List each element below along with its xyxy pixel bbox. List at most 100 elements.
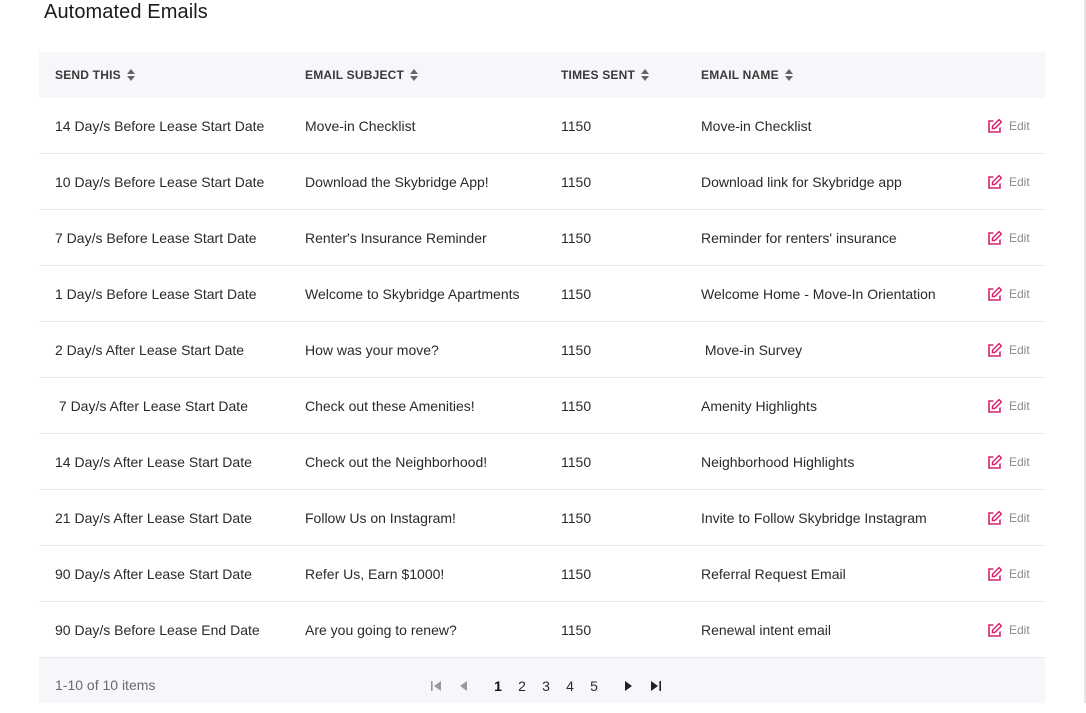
- edit-label: Edit: [1009, 230, 1030, 245]
- edit-button[interactable]: Edit: [987, 602, 1030, 657]
- pagination-info: 1-10 of 10 items: [55, 677, 156, 693]
- cell-email-name: Move-in Checklist: [701, 117, 812, 134]
- column-header-label: SEND THIS: [55, 68, 121, 82]
- edit-label: Edit: [1009, 510, 1030, 525]
- edit-button[interactable]: Edit: [987, 154, 1030, 209]
- cell-send-this: 14 Day/s Before Lease Start Date: [55, 117, 265, 134]
- cell-email-name: Reminder for renters' insurance: [701, 229, 897, 246]
- cell-email-subject: How was your move?: [305, 341, 439, 358]
- edit-label: Edit: [1009, 454, 1030, 469]
- column-header-label: TIMES SENT: [561, 68, 636, 82]
- column-header-times-sent[interactable]: TIMES SENT: [561, 52, 650, 98]
- edit-label: Edit: [1009, 342, 1030, 357]
- edit-icon: [987, 118, 1003, 134]
- cell-send-this: 10 Day/s Before Lease Start Date: [55, 173, 265, 190]
- cell-times-sent: 1150: [561, 285, 592, 302]
- edit-icon: [987, 286, 1003, 302]
- sort-icon[interactable]: [784, 69, 793, 81]
- cell-send-this: 14 Day/s After Lease Start Date: [55, 453, 252, 470]
- edit-icon: [987, 230, 1003, 246]
- automated-emails-table: SEND THIS EMAIL SUBJECT TIMES SENT EMAIL…: [39, 52, 1045, 658]
- table-row: 21 Day/s After Lease Start Date Follow Us…: [39, 490, 1045, 546]
- page-number-button[interactable]: 4: [558, 678, 582, 694]
- cell-times-sent: 1150: [561, 173, 592, 190]
- cell-times-sent: 1150: [561, 453, 592, 470]
- cell-times-sent: 1150: [561, 621, 592, 638]
- cell-email-name: Neighborhood Highlights: [701, 453, 855, 470]
- cell-email-subject: Move-in Checklist: [305, 117, 416, 134]
- column-header-email-name[interactable]: EMAIL NAME: [701, 52, 793, 98]
- edit-label: Edit: [1009, 566, 1030, 581]
- edit-label: Edit: [1009, 174, 1030, 189]
- table-footer: 1-10 of 10 items 12345: [39, 658, 1045, 703]
- column-header-label: EMAIL NAME: [701, 68, 779, 82]
- edit-icon: [987, 622, 1003, 638]
- cell-times-sent: 1150: [561, 229, 592, 246]
- column-header-send-this[interactable]: SEND THIS: [55, 52, 135, 98]
- cell-send-this: 7 Day/s After Lease Start Date: [55, 397, 248, 414]
- last-page-icon[interactable]: [642, 674, 670, 698]
- cell-times-sent: 1150: [561, 117, 592, 134]
- cell-send-this: 2 Day/s After Lease Start Date: [55, 341, 245, 358]
- next-page-icon[interactable]: [614, 674, 642, 698]
- cell-email-name: Renewal intent email: [701, 621, 831, 638]
- cell-send-this: 1 Day/s Before Lease Start Date: [55, 285, 257, 302]
- edit-label: Edit: [1009, 286, 1030, 301]
- pagination: 12345: [422, 658, 670, 713]
- previous-page-icon[interactable]: [450, 674, 478, 698]
- edit-button[interactable]: Edit: [987, 490, 1030, 545]
- page-title: Automated Emails: [44, 1, 208, 23]
- table-row: 2 Day/s After Lease Start Date How was yo…: [39, 322, 1045, 378]
- page-numbers: 12345: [486, 678, 606, 694]
- cell-email-subject: Follow Us on Instagram!: [305, 509, 456, 526]
- edit-button[interactable]: Edit: [987, 266, 1030, 321]
- cell-email-subject: Check out the Neighborhood!: [305, 453, 488, 470]
- edit-button[interactable]: Edit: [987, 322, 1030, 377]
- column-header-email-subject[interactable]: EMAIL SUBJECT: [305, 52, 419, 98]
- table-body: 14 Day/s Before Lease Start Date Move-in …: [39, 98, 1045, 658]
- edit-icon: [987, 342, 1003, 358]
- cell-send-this: 90 Day/s Before Lease End Date: [55, 621, 260, 638]
- table-row: 1 Day/s Before Lease Start Date Welcome t…: [39, 266, 1045, 322]
- edit-button[interactable]: Edit: [987, 546, 1030, 601]
- table-row: 10 Day/s Before Lease Start Date Download…: [39, 154, 1045, 210]
- cell-times-sent: 1150: [561, 509, 592, 526]
- cell-send-this: 90 Day/s After Lease Start Date: [55, 565, 252, 582]
- edit-icon: [987, 454, 1003, 470]
- table-row: 7 Day/s Before Lease Start Date Renter's …: [39, 210, 1045, 266]
- cell-times-sent: 1150: [561, 397, 592, 414]
- table-header: SEND THIS EMAIL SUBJECT TIMES SENT EMAIL…: [39, 52, 1045, 98]
- edit-button[interactable]: Edit: [987, 210, 1030, 265]
- cell-email-name: Download link for Skybridge app: [701, 173, 902, 190]
- sort-icon[interactable]: [410, 69, 419, 81]
- edit-button[interactable]: Edit: [987, 98, 1030, 153]
- cell-email-name: Move-in Survey: [701, 341, 803, 358]
- edit-label: Edit: [1009, 118, 1030, 133]
- page-number-button[interactable]: 2: [510, 678, 534, 694]
- edit-icon: [987, 174, 1003, 190]
- cell-send-this: 21 Day/s After Lease Start Date: [55, 509, 252, 526]
- cell-email-subject: Are you going to renew?: [305, 621, 457, 638]
- page-number-button[interactable]: 3: [534, 678, 558, 694]
- edit-button[interactable]: Edit: [987, 434, 1030, 489]
- cell-email-subject: Refer Us, Earn $1000!: [305, 565, 445, 582]
- cell-email-subject: Download the Skybridge App!: [305, 173, 489, 190]
- cell-email-name: Invite to Follow Skybridge Instagram: [701, 509, 927, 526]
- edit-icon: [987, 510, 1003, 526]
- cell-times-sent: 1150: [561, 341, 592, 358]
- cell-email-name: Referral Request Email: [701, 565, 846, 582]
- cell-email-name: Amenity Highlights: [701, 397, 817, 414]
- sort-icon[interactable]: [126, 69, 135, 81]
- edit-label: Edit: [1009, 622, 1030, 637]
- sort-icon[interactable]: [641, 69, 650, 81]
- page-number-button[interactable]: 5: [582, 678, 606, 694]
- table-row: 90 Day/s After Lease Start Date Refer Us,…: [39, 546, 1045, 602]
- page-number-button[interactable]: 1: [486, 678, 510, 694]
- table-row: 14 Day/s After Lease Start Date Check out…: [39, 434, 1045, 490]
- edit-button[interactable]: Edit: [987, 378, 1030, 433]
- table-row: 7 Day/s After Lease Start Date Check out …: [39, 378, 1045, 434]
- edit-label: Edit: [1009, 398, 1030, 413]
- cell-times-sent: 1150: [561, 565, 592, 582]
- column-header-label: EMAIL SUBJECT: [305, 68, 405, 82]
- first-page-icon[interactable]: [422, 674, 450, 698]
